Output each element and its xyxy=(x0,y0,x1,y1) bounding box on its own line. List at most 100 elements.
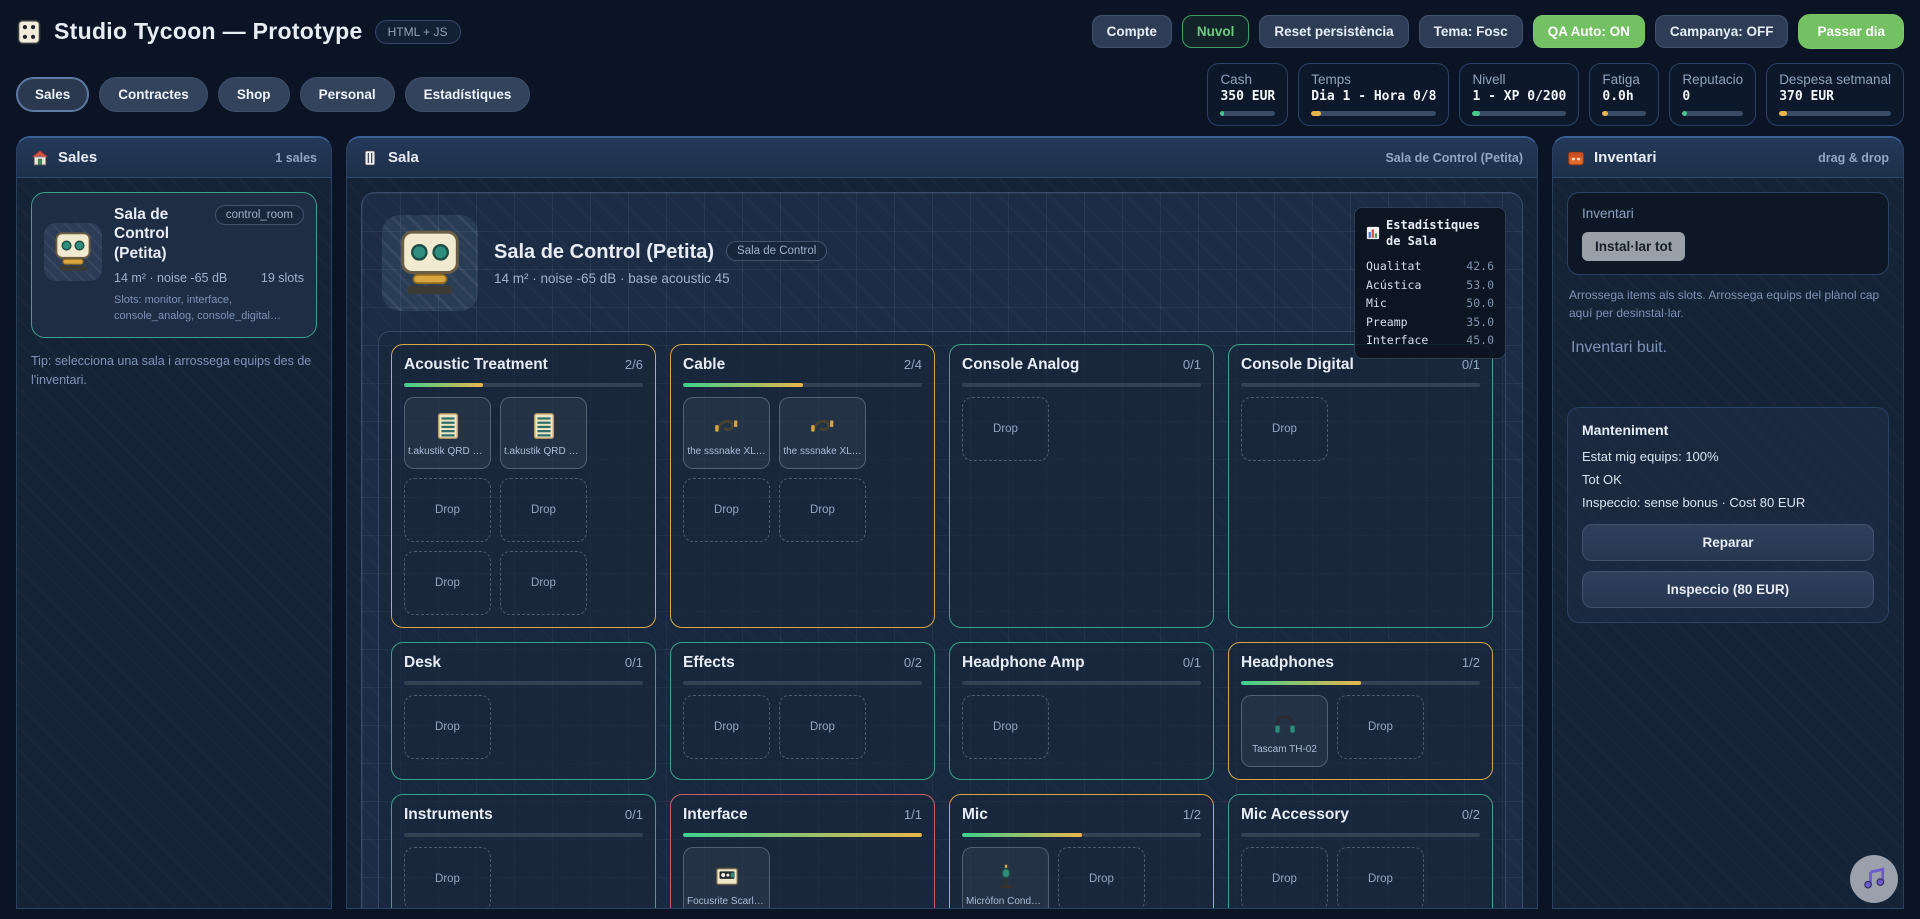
room-panel-body: Sala de Control (Petita) Sala de Control… xyxy=(347,178,1537,908)
slot-group-progress xyxy=(683,383,922,387)
empty-drop-slot[interactable]: Drop xyxy=(1058,847,1145,908)
inventory-dropzone[interactable]: Inventari Instal·lar tot xyxy=(1567,192,1889,275)
slot-group-header: Headphones1/2 xyxy=(1241,654,1480,672)
slot-group-header: Headphone Amp0/1 xyxy=(962,654,1201,672)
slot-group-interface: Interface1/1Focusrite Scarle… xyxy=(670,794,935,908)
installed-item-slot[interactable]: Focusrite Scarle… xyxy=(683,847,770,908)
slot-group-count: 2/6 xyxy=(625,357,643,372)
empty-drop-slot[interactable]: Drop xyxy=(500,551,587,615)
slot-list: DropDrop xyxy=(1241,847,1480,908)
empty-drop-slot[interactable]: Drop xyxy=(779,478,866,542)
topbar-button-compte[interactable]: Compte xyxy=(1092,15,1172,48)
slot-group-console-analog: Console Analog0/1 Drop xyxy=(949,344,1214,628)
slot-group-header: Desk0/1 xyxy=(404,654,643,672)
slot-group-count: 1/1 xyxy=(904,807,922,822)
maintenance-card: Manteniment Estat mig equips: 100% Tot O… xyxy=(1567,407,1889,623)
stat-label: Nivell xyxy=(1472,72,1566,87)
empty-drop-slot[interactable]: Drop xyxy=(962,695,1049,759)
stat-value: Dia 1 - Hora 0/8 xyxy=(1311,89,1436,104)
topbar-button-nuvol[interactable]: Nuvol xyxy=(1182,15,1250,48)
second-row: Sales Contractes Shop Personal Estadístiques… xyxy=(0,49,1920,136)
inventory-hint: Arrossega items als slots. Arrossega equ… xyxy=(1569,286,1887,322)
room-card-specs: 14 m² · noise -65 dB xyxy=(114,271,227,285)
room-card-sala-de-control[interactable]: Sala de Control (Petita) control_room 14… xyxy=(31,192,317,338)
tab-sales[interactable]: Sales xyxy=(16,77,89,112)
room-card-body: Sala de Control (Petita) control_room 14… xyxy=(114,205,304,325)
slot-group-headphone-amp: Headphone Amp0/1 Drop xyxy=(949,642,1214,780)
empty-drop-slot[interactable]: Drop xyxy=(404,695,491,759)
slot-group-mic-accessory: Mic Accessory0/2DropDrop xyxy=(1228,794,1493,908)
room-icon-tile xyxy=(382,215,478,311)
room-info: Sala de Control (Petita) Sala de Control… xyxy=(378,209,1506,315)
tab-contractes[interactable]: Contractes xyxy=(99,77,208,112)
repair-button[interactable]: Reparar xyxy=(1582,524,1874,561)
room-card-slot-count: 19 slots xyxy=(261,271,304,285)
slot-group-count: 0/1 xyxy=(1183,655,1201,670)
top-header: Studio Tycoon — Prototype HTML + JS Comp… xyxy=(0,0,1920,49)
slot-group-header: Console Analog0/1 xyxy=(962,356,1201,374)
tab-estadístiques[interactable]: Estadístiques xyxy=(405,77,531,112)
empty-drop-slot[interactable]: Drop xyxy=(962,397,1049,461)
slot-group-cable: Cable2/4the sssnake XL…the sssnake XL…Dr… xyxy=(670,344,935,628)
music-toggle-button[interactable] xyxy=(1850,855,1898,903)
slot-group-headphones: Headphones1/2 Tascam TH-02Drop xyxy=(1228,642,1493,780)
slot-group-title: Mic xyxy=(962,806,988,824)
empty-drop-slot[interactable]: Drop xyxy=(683,478,770,542)
empty-drop-slot[interactable]: Drop xyxy=(683,695,770,759)
empty-drop-slot[interactable]: Drop xyxy=(1337,847,1424,908)
topbar-button-passar-dia[interactable]: Passar dia xyxy=(1798,14,1904,49)
room-stat-label: Preamp xyxy=(1366,313,1408,331)
room-stat-label: Mic xyxy=(1366,294,1387,312)
stat-progress-bar xyxy=(1602,111,1646,116)
install-all-button[interactable]: Instal·lar tot xyxy=(1582,232,1685,261)
stat-card-despesa-setmanal: Despesa setmanal370 EUR xyxy=(1766,63,1904,126)
sales-tip: Tip: selecciona una sala i arrossega equ… xyxy=(31,352,317,390)
inventory-empty-text: Inventari buit. xyxy=(1571,339,1885,357)
installed-item-slot[interactable]: t.akustik QRD Di… xyxy=(404,397,491,469)
topbar-button-reset-persist-ncia[interactable]: Reset persistència xyxy=(1259,15,1408,48)
topbar-button-tema-fosc[interactable]: Tema: Fosc xyxy=(1419,15,1523,48)
stat-label: Despesa setmanal xyxy=(1779,72,1891,87)
slot-group-progress xyxy=(962,383,1201,387)
sales-panel-body: Sala de Control (Petita) control_room 14… xyxy=(17,178,331,908)
slot-group-progress xyxy=(1241,681,1480,685)
slot-group-count: 0/2 xyxy=(904,655,922,670)
room-card-name: Sala de Control (Petita) xyxy=(114,205,204,263)
slot-list: Micròfon Conde…Drop xyxy=(962,847,1201,908)
installed-item-slot[interactable]: Micròfon Conde… xyxy=(962,847,1049,908)
topbar-button-campanya-off[interactable]: Campanya: OFF xyxy=(1655,15,1789,48)
slot-group-title: Console Analog xyxy=(962,356,1079,374)
stat-progress-bar xyxy=(1779,111,1891,116)
slot-group-header: Effects0/2 xyxy=(683,654,922,672)
empty-drop-slot[interactable]: Drop xyxy=(1241,397,1328,461)
room-name: Sala de Control (Petita) xyxy=(494,241,714,264)
empty-drop-slot[interactable]: Drop xyxy=(404,478,491,542)
slot-group-acoustic-treatment: Acoustic Treatment2/6t.akustik QRD Di…t.… xyxy=(391,344,656,628)
topbar-button-qa-auto-on[interactable]: QA Auto: ON xyxy=(1533,15,1645,48)
slot-group-count: 1/2 xyxy=(1183,807,1201,822)
empty-drop-slot[interactable]: Drop xyxy=(404,847,491,908)
tab-personal[interactable]: Personal xyxy=(300,77,395,112)
nav-tabs: Sales Contractes Shop Personal Estadístiques xyxy=(16,77,530,112)
slot-group-progress xyxy=(404,681,643,685)
installed-item-slot[interactable]: the sssnake XL… xyxy=(683,397,770,469)
empty-drop-slot[interactable]: Drop xyxy=(1241,847,1328,908)
slot-list: Drop xyxy=(1241,397,1480,461)
empty-drop-slot[interactable]: Drop xyxy=(779,695,866,759)
empty-drop-slot[interactable]: Drop xyxy=(500,478,587,542)
slot-list: Drop xyxy=(962,397,1201,461)
slot-group-count: 1/2 xyxy=(1462,655,1480,670)
installed-item-slot[interactable]: the sssnake XL… xyxy=(779,397,866,469)
sales-panel: Sales 1 sales Sala de Control (Petita) c… xyxy=(16,136,332,909)
house-icon xyxy=(31,149,49,167)
empty-drop-slot[interactable]: Drop xyxy=(404,551,491,615)
tab-shop[interactable]: Shop xyxy=(218,77,290,112)
mic-icon xyxy=(991,861,1021,891)
installed-item-slot[interactable]: Tascam TH-02 xyxy=(1241,695,1328,767)
inspect-button[interactable]: Inspeccio (80 EUR) xyxy=(1582,571,1874,608)
slot-group-title: Cable xyxy=(683,356,725,374)
stat-label: Temps xyxy=(1311,72,1436,87)
stat-label: Cash xyxy=(1220,72,1275,87)
installed-item-slot[interactable]: t.akustik QRD Di… xyxy=(500,397,587,469)
empty-drop-slot[interactable]: Drop xyxy=(1337,695,1424,759)
